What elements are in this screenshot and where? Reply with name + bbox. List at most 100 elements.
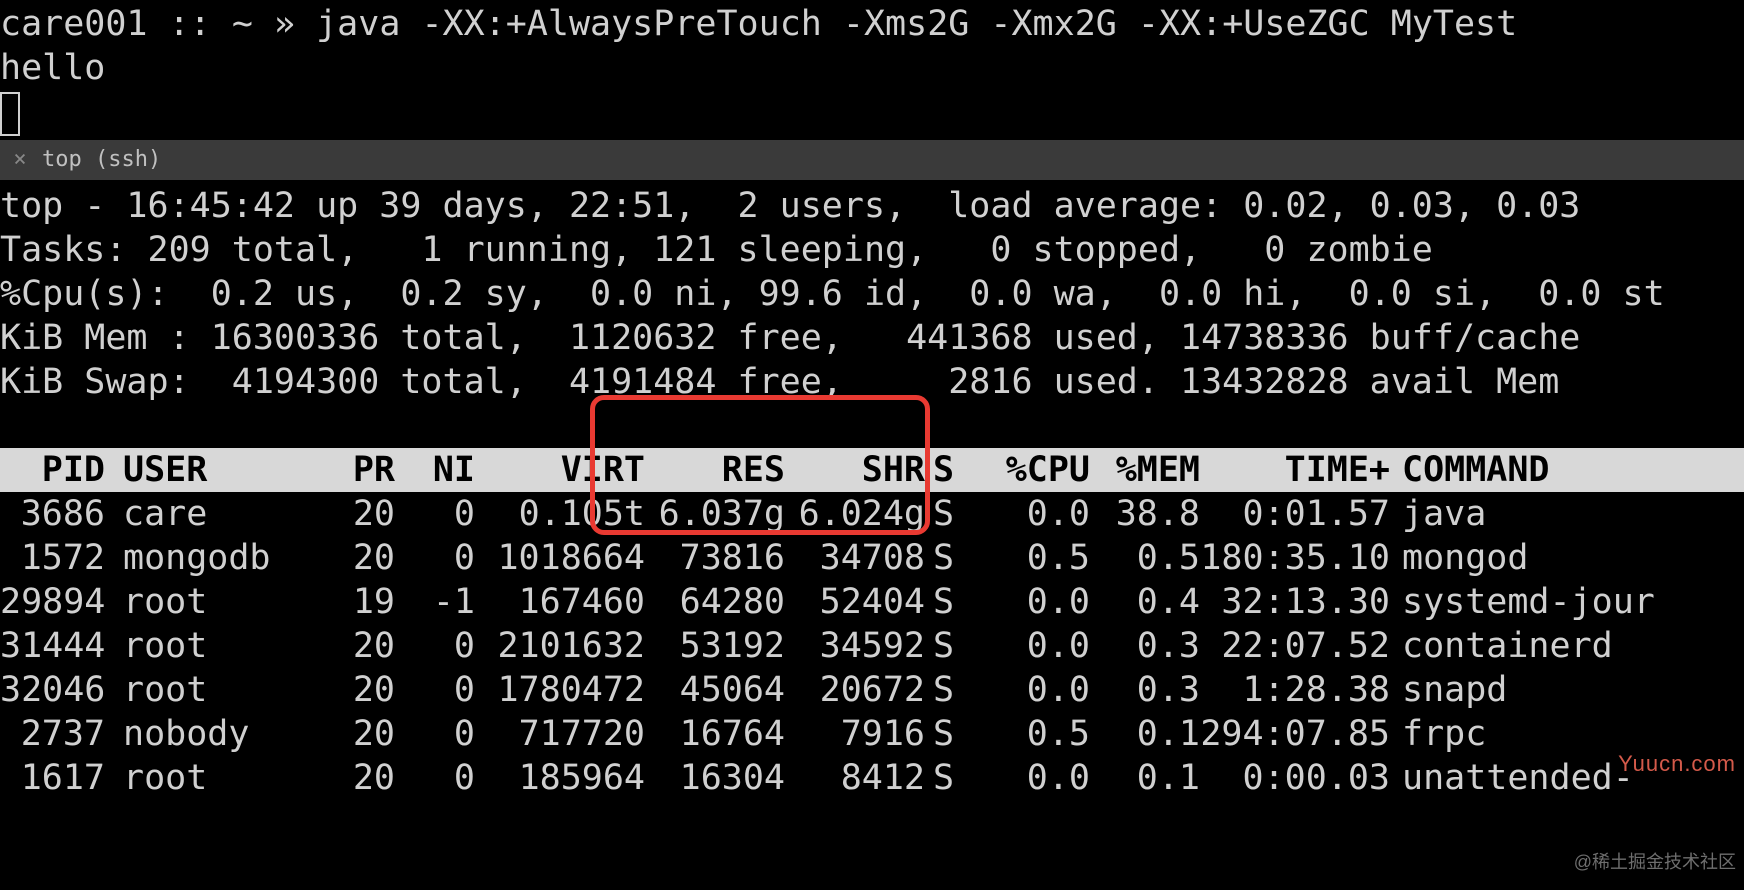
table-row[interactable]: 2737nobody200717720167647916S0.50.1294:0… <box>0 712 1744 756</box>
cell-time: 0:00.03 <box>1200 756 1390 800</box>
col-cmd[interactable]: COMMAND <box>1390 448 1744 492</box>
cell-cmd: mongod <box>1390 536 1744 580</box>
col-res[interactable]: RES <box>645 448 785 492</box>
tab-bar: × top (ssh) <box>0 140 1744 180</box>
cell-res: 53192 <box>645 624 785 668</box>
cell-pid: 3686 <box>0 492 105 536</box>
cell-virt: 167460 <box>475 580 645 624</box>
cell-virt: 2101632 <box>475 624 645 668</box>
col-mem[interactable]: %MEM <box>1090 448 1200 492</box>
cell-res: 16764 <box>645 712 785 756</box>
cell-shr: 8412 <box>785 756 925 800</box>
cell-virt: 717720 <box>475 712 645 756</box>
close-icon[interactable]: × <box>0 140 40 180</box>
cell-cmd: containerd <box>1390 624 1744 668</box>
cell-pid: 2737 <box>0 712 105 756</box>
table-row[interactable]: 1572mongodb20010186647381634708S0.50.518… <box>0 536 1744 580</box>
cell-s: S <box>925 580 970 624</box>
table-row[interactable]: 31444root20021016325319234592S0.00.322:0… <box>0 624 1744 668</box>
cell-virt: 0.105t <box>475 492 645 536</box>
prompt-command: java -XX:+AlwaysPreTouch -Xms2G -Xmx2G -… <box>316 4 1517 44</box>
cell-user: root <box>105 668 305 712</box>
top-line-cpu: %Cpu(s): 0.2 us, 0.2 sy, 0.0 ni, 99.6 id… <box>0 272 1744 316</box>
cell-ni: 0 <box>395 668 475 712</box>
table-row[interactable]: 1617root200185964163048412S0.00.10:00.03… <box>0 756 1744 800</box>
cell-virt: 185964 <box>475 756 645 800</box>
cell-ni: 0 <box>395 712 475 756</box>
cell-time: 1:28.38 <box>1200 668 1390 712</box>
prompt-path: ~ <box>232 4 253 44</box>
cell-pr: 20 <box>305 756 395 800</box>
cell-time: 294:07.85 <box>1200 712 1390 756</box>
cell-shr: 20672 <box>785 668 925 712</box>
table-row[interactable]: 3686care2000.105t6.037g6.024gS0.038.80:0… <box>0 492 1744 536</box>
col-pid[interactable]: PID <box>0 448 105 492</box>
tab-title[interactable]: top (ssh) <box>40 140 161 180</box>
cell-pr: 19 <box>305 580 395 624</box>
cell-mem: 0.5 <box>1090 536 1200 580</box>
top-summary: top - 16:45:42 up 39 days, 22:51, 2 user… <box>0 184 1744 404</box>
top-line-mem: KiB Mem : 16300336 total, 1120632 free, … <box>0 316 1744 360</box>
cell-shr: 34592 <box>785 624 925 668</box>
cell-time: 0:01.57 <box>1200 492 1390 536</box>
col-pr[interactable]: PR <box>305 448 395 492</box>
cell-pid: 1572 <box>0 536 105 580</box>
cell-res: 73816 <box>645 536 785 580</box>
cell-cmd: frpc <box>1390 712 1744 756</box>
col-s[interactable]: S <box>925 448 970 492</box>
cell-ni: 0 <box>395 492 475 536</box>
cell-ni: 0 <box>395 756 475 800</box>
cell-time: 180:35.10 <box>1200 536 1390 580</box>
blank-line <box>0 404 1744 448</box>
prompt-marker: » <box>253 4 316 44</box>
prompt-host: care001 <box>0 4 148 44</box>
shell-prompt-line[interactable]: care001 :: ~ » java -XX:+AlwaysPreTouch … <box>0 0 1744 46</box>
cell-shr: 6.024g <box>785 492 925 536</box>
col-ni[interactable]: NI <box>395 448 475 492</box>
col-virt[interactable]: VIRT <box>475 448 645 492</box>
prompt-sep: :: <box>148 4 232 44</box>
cursor-block <box>0 92 20 136</box>
cell-cpu: 0.0 <box>970 756 1090 800</box>
cell-cmd: systemd-jour <box>1390 580 1744 624</box>
cell-s: S <box>925 712 970 756</box>
cell-pr: 20 <box>305 624 395 668</box>
table-row[interactable]: 29894root19-11674606428052404S0.00.432:1… <box>0 580 1744 624</box>
col-user[interactable]: USER <box>105 448 305 492</box>
cell-shr: 34708 <box>785 536 925 580</box>
cell-ni: 0 <box>395 624 475 668</box>
table-row[interactable]: 32046root20017804724506420672S0.00.31:28… <box>0 668 1744 712</box>
cell-virt: 1780472 <box>475 668 645 712</box>
cell-cpu: 0.0 <box>970 668 1090 712</box>
cell-s: S <box>925 668 970 712</box>
top-line-uptime: top - 16:45:42 up 39 days, 22:51, 2 user… <box>0 184 1744 228</box>
cell-s: S <box>925 492 970 536</box>
cell-s: S <box>925 624 970 668</box>
cell-cpu: 0.0 <box>970 624 1090 668</box>
cell-cmd: java <box>1390 492 1744 536</box>
cell-mem: 0.1 <box>1090 756 1200 800</box>
cell-time: 32:13.30 <box>1200 580 1390 624</box>
col-time[interactable]: TIME+ <box>1200 448 1390 492</box>
col-cpu[interactable]: %CPU <box>970 448 1090 492</box>
cell-mem: 38.8 <box>1090 492 1200 536</box>
cursor-line[interactable] <box>0 90 1744 136</box>
cell-mem: 0.3 <box>1090 668 1200 712</box>
cell-res: 64280 <box>645 580 785 624</box>
cell-user: mongodb <box>105 536 305 580</box>
cell-shr: 7916 <box>785 712 925 756</box>
cell-cmd: unattended- <box>1390 756 1744 800</box>
cell-virt: 1018664 <box>475 536 645 580</box>
cell-ni: 0 <box>395 536 475 580</box>
watermark-community: @稀土掘金技术社区 <box>1574 840 1736 884</box>
process-list: 3686care2000.105t6.037g6.024gS0.038.80:0… <box>0 492 1744 800</box>
cell-s: S <box>925 756 970 800</box>
top-line-tasks: Tasks: 209 total, 1 running, 121 sleepin… <box>0 228 1744 272</box>
cell-pid: 29894 <box>0 580 105 624</box>
cell-cpu: 0.5 <box>970 712 1090 756</box>
col-shr[interactable]: SHR <box>785 448 925 492</box>
cell-user: root <box>105 624 305 668</box>
cell-ni: -1 <box>395 580 475 624</box>
cell-pid: 31444 <box>0 624 105 668</box>
cell-s: S <box>925 536 970 580</box>
